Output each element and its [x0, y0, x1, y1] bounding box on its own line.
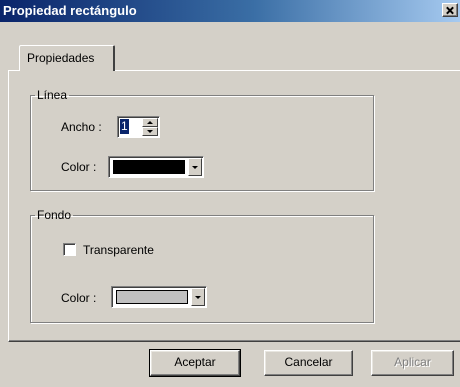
- window-title: Propiedad rectángulo: [3, 3, 137, 18]
- line-color-picker[interactable]: [108, 156, 204, 178]
- ok-button[interactable]: Aceptar: [149, 349, 241, 377]
- tab-label: Propiedades: [27, 51, 95, 65]
- fill-color-swatch: [116, 290, 188, 304]
- width-stepper[interactable]: 1: [117, 116, 160, 138]
- fill-group-legend: Fondo: [37, 208, 72, 222]
- stepper-up-icon[interactable]: [142, 118, 158, 127]
- close-icon[interactable]: [442, 3, 458, 17]
- stepper-arrows: [142, 118, 158, 136]
- tab-propiedades[interactable]: Propiedades: [19, 45, 115, 71]
- width-value[interactable]: 1: [120, 119, 129, 134]
- line-color-label: Color :: [61, 160, 97, 174]
- fill-color-picker[interactable]: [111, 286, 207, 308]
- chevron-down-icon[interactable]: [188, 158, 202, 176]
- stepper-down-icon[interactable]: [142, 127, 158, 136]
- transparent-checkbox[interactable]: [63, 243, 76, 256]
- line-group-legend: Línea: [37, 88, 68, 102]
- apply-button[interactable]: Aplicar: [371, 350, 454, 376]
- cancel-button[interactable]: Cancelar: [264, 350, 353, 376]
- transparent-label[interactable]: Transparente: [83, 243, 154, 257]
- chevron-down-icon[interactable]: [191, 288, 205, 306]
- line-color-swatch: [113, 160, 185, 174]
- title-bar: Propiedad rectángulo: [0, 0, 460, 22]
- fill-color-label: Color :: [61, 291, 97, 305]
- width-label: Ancho :: [61, 120, 102, 134]
